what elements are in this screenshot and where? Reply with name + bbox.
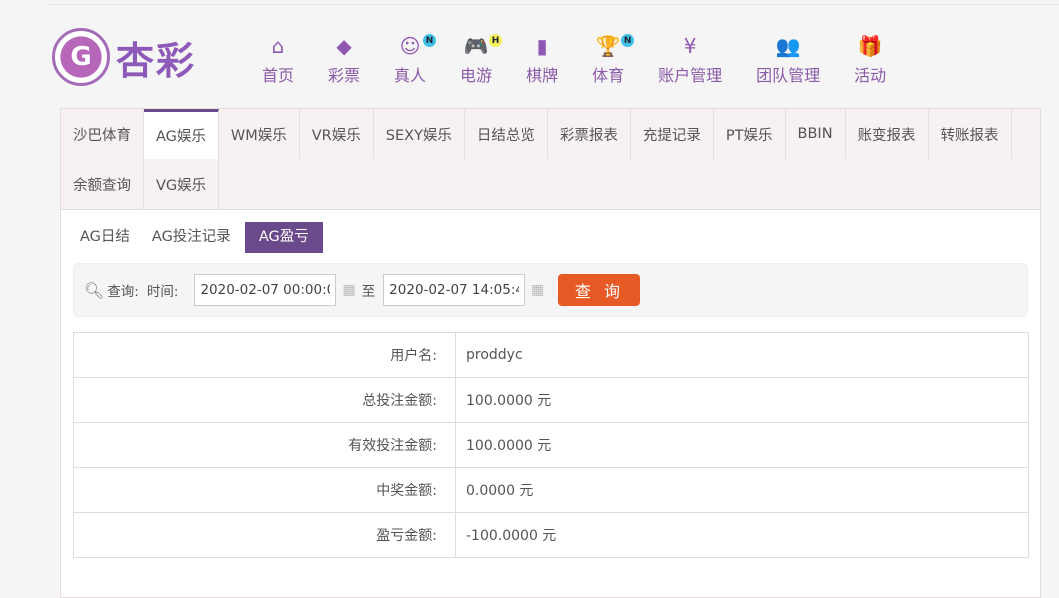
nav-item-label: 活动 <box>854 66 887 85</box>
ticket-icon: ◆ <box>336 34 352 58</box>
row-value: -100.0000 元 <box>455 512 1029 558</box>
sub-tab[interactable]: AG投注记录 <box>144 222 239 253</box>
nav-item-label: 棋牌 <box>526 66 559 85</box>
row-label: 盈亏金额: <box>73 512 456 558</box>
home-icon: ⌂ <box>271 34 285 58</box>
end-time-input[interactable] <box>383 274 526 306</box>
yen-coin-icon: ¥ <box>683 34 697 58</box>
table-row: 用户名: proddyc <box>73 332 1029 378</box>
table-row: 总投注金额: 100.0000 元 <box>73 377 1029 423</box>
to-label: 至 <box>361 284 376 300</box>
row-value: 100.0000 元 <box>455 377 1029 423</box>
tab[interactable]: VG娱乐 <box>144 159 220 209</box>
row-value: 100.0000 元 <box>455 422 1029 468</box>
tab[interactable]: BBIN <box>786 109 846 159</box>
nav-badge: N <box>423 34 437 47</box>
nav-badge: H <box>489 34 503 47</box>
gift-icon: 🎁 <box>857 34 883 58</box>
nav-item[interactable]: 🎁 活动 <box>854 34 886 86</box>
row-label: 有效投注金额: <box>73 422 456 468</box>
tab[interactable]: 沙巴体育 <box>61 109 144 159</box>
tab[interactable]: WM娱乐 <box>219 109 300 159</box>
calendar-icon[interactable]: ▦ <box>342 282 355 298</box>
cards-icon: ▮ <box>536 34 548 58</box>
search-icon: 🔍︎ <box>84 280 105 300</box>
tab[interactable]: 余额查询 <box>61 159 144 209</box>
nav-item-label: 团队管理 <box>756 66 821 85</box>
nav-item[interactable]: ⌂ 首页 <box>262 34 294 86</box>
nav-item-label: 电游 <box>460 66 493 85</box>
nav-item-label: 首页 <box>262 66 295 85</box>
table-row: 有效投注金额: 100.0000 元 <box>73 422 1029 468</box>
tab[interactable]: 日结总览 <box>465 109 548 159</box>
tab[interactable]: 彩票报表 <box>548 109 631 159</box>
report-tabs: 沙巴体育 AG娱乐 WM娱乐 VR娱乐 SEXY娱乐 日结总览 彩票报表 充提记录 PT娱乐 BB… <box>61 109 1040 210</box>
logo-text: 杏彩 <box>116 38 197 83</box>
live-dealer-icon: ☺ <box>399 34 421 58</box>
tab[interactable]: SEXY娱乐 <box>374 109 465 159</box>
tab[interactable]: AG娱乐 <box>144 109 219 159</box>
calendar-icon[interactable]: ▦ <box>531 282 544 298</box>
sub-tab[interactable]: AG日结 <box>72 222 138 253</box>
nav-item[interactable]: 🏆 N 体育 <box>592 34 635 86</box>
nav-item-label: 体育 <box>592 66 625 85</box>
top-divider <box>48 4 1059 5</box>
row-value: 0.0000 元 <box>455 467 1029 513</box>
tab[interactable]: 账变报表 <box>846 109 929 159</box>
nav-item[interactable]: 👥 团队管理 <box>756 34 820 86</box>
nav-item-label: 账户管理 <box>658 66 723 85</box>
nav-item-label: 彩票 <box>328 66 361 85</box>
row-label: 用户名: <box>73 332 456 378</box>
row-label: 中奖金额: <box>73 467 456 513</box>
row-label: 总投注金额: <box>73 377 456 423</box>
nav-badge: N <box>621 34 635 47</box>
team-icon: 👥 <box>775 34 801 58</box>
nav-item[interactable]: ☺ N 真人 <box>394 34 437 86</box>
query-bar: 🔍︎ 查询: 时间: ▦ 至 ▦ 查 询 <box>73 263 1028 317</box>
content-panel: 沙巴体育 AG娱乐 WM娱乐 VR娱乐 SEXY娱乐 日结总览 彩票报表 充提记录 PT娱乐 BB… <box>60 108 1041 598</box>
sub-tab[interactable]: AG盈亏 <box>244 222 323 253</box>
time-label: 时间: <box>146 284 179 300</box>
main-nav: ⌂ 首页 ◆ 彩票 ☺ N 真人 🎮 H 电游 ▮ 棋牌 🏆 N 体育 ¥ 账户管理 👥 团队管理 🎁 活动 <box>245 34 903 86</box>
tab[interactable]: 转账报表 <box>929 109 1012 159</box>
logo-emblem: G <box>52 28 110 86</box>
tab[interactable]: 充提记录 <box>631 109 714 159</box>
nav-item[interactable]: ◆ 彩票 <box>328 34 360 86</box>
nav-item-label: 真人 <box>394 66 427 85</box>
row-value: proddyc <box>455 332 1029 378</box>
trophy-icon: 🏆 <box>595 34 621 58</box>
logo[interactable]: G 杏彩 <box>52 28 196 86</box>
table-row: 盈亏金额: -100.0000 元 <box>73 512 1029 558</box>
tab[interactable]: PT娱乐 <box>714 109 786 159</box>
gamepad-icon: 🎮 <box>463 34 489 58</box>
nav-item[interactable]: ▮ 棋牌 <box>526 34 558 86</box>
query-button[interactable]: 查 询 <box>558 274 641 306</box>
tab[interactable]: VR娱乐 <box>300 109 374 159</box>
query-label: 查询: <box>107 284 139 300</box>
nav-item[interactable]: 🎮 H 电游 <box>460 34 503 86</box>
sub-tabs: AG日结 AG投注记录 AG盈亏 <box>72 222 1040 253</box>
table-row: 中奖金额: 0.0000 元 <box>73 467 1029 513</box>
nav-item[interactable]: ¥ 账户管理 <box>658 34 722 86</box>
start-time-input[interactable] <box>194 274 337 306</box>
profit-loss-table: 用户名: proddyc 总投注金额: 100.0000 元有效投注金额: 100.00… <box>73 332 1029 558</box>
